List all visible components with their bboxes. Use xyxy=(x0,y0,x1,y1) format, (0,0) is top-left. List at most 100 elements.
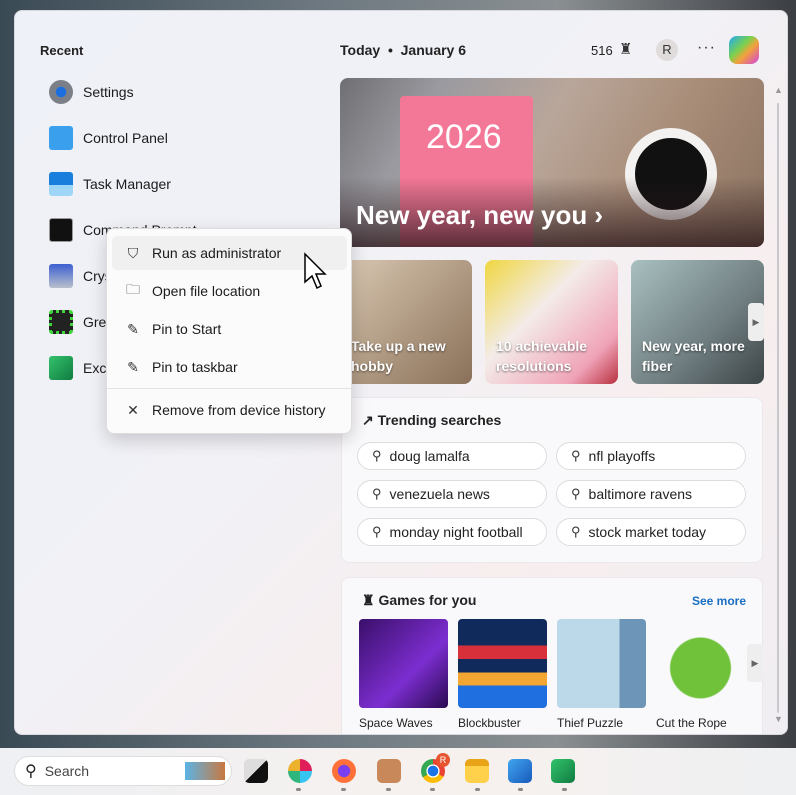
scroll-down-arrow[interactable]: ▼ xyxy=(774,714,783,724)
story-card[interactable]: Take up a new hobby xyxy=(340,260,472,384)
menu-item-pin-to-taskbar[interactable]: ✎ Pin to taskbar xyxy=(112,350,347,384)
story-card[interactable]: 10 achievable resolutions xyxy=(485,260,618,384)
recent-app-settings[interactable]: Settings xyxy=(49,78,134,106)
pill-label: baltimore ravens xyxy=(588,486,693,502)
recent-app-task-manager[interactable]: Task Manager xyxy=(49,170,171,198)
chrome-profile-badge: R xyxy=(436,753,450,767)
settings-gear-icon xyxy=(49,80,73,104)
scroll-up-arrow[interactable]: ▲ xyxy=(774,85,783,95)
game-tile-cut-the-rope[interactable] xyxy=(656,619,745,708)
story-title: New year, more fiber xyxy=(642,338,745,374)
story-title: 10 achievable resolutions xyxy=(496,338,588,374)
task-manager-icon xyxy=(49,172,73,196)
close-icon: ✕ xyxy=(127,401,139,418)
pill-label: stock market today xyxy=(588,524,707,540)
control-panel-icon xyxy=(49,126,73,150)
see-more-link[interactable]: See more xyxy=(692,594,746,608)
recent-app-crys[interactable]: Crys xyxy=(49,262,112,290)
trending-searches-box: ↗ Trending searches ⚲ doug lamalfa ⚲ nfl p… xyxy=(341,397,763,563)
recent-app-gre[interactable]: Gre xyxy=(49,308,106,336)
game-label: Cut the Rope xyxy=(656,716,727,730)
trending-heading: ↗ Trending searches xyxy=(362,412,501,429)
menu-label: Pin to Start xyxy=(152,321,222,337)
green-app-icon xyxy=(49,310,73,334)
file-explorer-icon[interactable] xyxy=(465,759,489,783)
excel-icon xyxy=(49,356,73,380)
excel-icon[interactable] xyxy=(551,759,575,783)
trending-search-pill[interactable]: ⚲ nfl playoffs xyxy=(556,442,746,470)
trending-search-pill[interactable]: ⚲ monday night football xyxy=(357,518,547,546)
running-indicator xyxy=(341,788,346,791)
games-heading: ♜ Games for you xyxy=(362,592,476,609)
more-options-button[interactable]: ··· xyxy=(697,39,716,57)
story-title: Take up a new hobby xyxy=(351,338,446,374)
taskbar-search[interactable]: ⚲ Search xyxy=(14,756,232,786)
running-indicator xyxy=(386,788,391,791)
trending-search-pill[interactable]: ⚲ stock market today xyxy=(556,518,746,546)
folder-icon: 🗀 xyxy=(126,281,140,297)
pin-icon: ✎ xyxy=(127,320,139,337)
task-view-icon[interactable] xyxy=(244,759,268,783)
scrollbar[interactable] xyxy=(777,103,779,713)
search-icon: ⚲ xyxy=(571,448,581,463)
trending-title: Trending searches xyxy=(377,412,502,428)
game-label: Thief Puzzle xyxy=(557,716,624,730)
search-icon: ⚲ xyxy=(25,763,37,780)
pin-icon: ✎ xyxy=(127,358,139,375)
word-icon[interactable] xyxy=(508,759,532,783)
chess-icon: ♜ xyxy=(362,592,375,608)
menu-label: Run as administrator xyxy=(152,245,282,261)
recent-heading: Recent xyxy=(40,43,84,58)
next-stories-button[interactable]: ▶ xyxy=(748,303,764,341)
pill-label: monday night football xyxy=(389,524,523,540)
recent-app-control-panel[interactable]: Control Panel xyxy=(49,124,168,152)
search-icon: ⚲ xyxy=(372,486,382,501)
mouse-cursor-icon xyxy=(304,252,327,290)
rewards-points[interactable]: 516 xyxy=(591,43,613,58)
firefox-icon[interactable] xyxy=(332,759,356,783)
trending-search-pill[interactable]: ⚲ doug lamalfa xyxy=(357,442,547,470)
recent-app-excel[interactable]: Exce xyxy=(49,354,114,382)
search-icon: ⚲ xyxy=(372,448,382,463)
trending-search-pill[interactable]: ⚲ venezuela news xyxy=(357,480,547,508)
app-label: Settings xyxy=(83,84,134,100)
search-placeholder: Search xyxy=(44,763,90,779)
trending-search-pill[interactable]: ⚲ baltimore ravens xyxy=(556,480,746,508)
next-games-button[interactable]: ▶ xyxy=(747,644,763,682)
pill-label: nfl playoffs xyxy=(588,448,656,464)
disk-info-icon xyxy=(49,264,73,288)
app-label: Gre xyxy=(83,314,107,330)
search-icon: ⚲ xyxy=(372,524,382,539)
game-label: Space Waves xyxy=(359,716,433,730)
running-indicator xyxy=(296,788,301,791)
running-indicator xyxy=(562,788,567,791)
copilot-icon[interactable] xyxy=(729,36,759,64)
search-icon: ⚲ xyxy=(571,486,581,501)
running-indicator xyxy=(518,788,523,791)
game-tile-blockbuster[interactable] xyxy=(458,619,547,708)
menu-item-pin-to-start[interactable]: ✎ Pin to Start xyxy=(112,312,347,346)
menu-label: Open file location xyxy=(152,283,261,299)
game-tile-space-waves[interactable] xyxy=(359,619,448,708)
app-label: Control Panel xyxy=(83,130,168,146)
trophy-icon[interactable]: ♜ xyxy=(619,40,632,58)
shield-icon: ⛉ xyxy=(127,244,139,261)
slack-icon[interactable] xyxy=(288,759,312,783)
menu-divider xyxy=(107,388,351,389)
avatar[interactable]: R xyxy=(656,39,678,61)
game-tile-thief-puzzle[interactable] xyxy=(557,619,646,708)
search-icon: ⚲ xyxy=(571,524,581,539)
pill-label: doug lamalfa xyxy=(389,448,470,464)
hero-story-card[interactable]: 2026 New year, new you › xyxy=(340,78,764,247)
games-box: ♜ Games for you See more Space Waves Blo… xyxy=(341,577,763,734)
story-card[interactable]: New year, more fiber xyxy=(631,260,764,384)
app-label: Task Manager xyxy=(83,176,171,192)
running-indicator xyxy=(430,788,435,791)
app-icon[interactable] xyxy=(377,759,401,783)
menu-item-remove-from-device-history[interactable]: ✕ Remove from device history xyxy=(112,393,347,427)
command-prompt-icon xyxy=(49,218,73,242)
games-title: Games for you xyxy=(378,592,477,608)
search-highlight-icon xyxy=(185,762,225,780)
trending-icon: ↗ xyxy=(362,412,374,428)
menu-label: Pin to taskbar xyxy=(152,359,238,375)
